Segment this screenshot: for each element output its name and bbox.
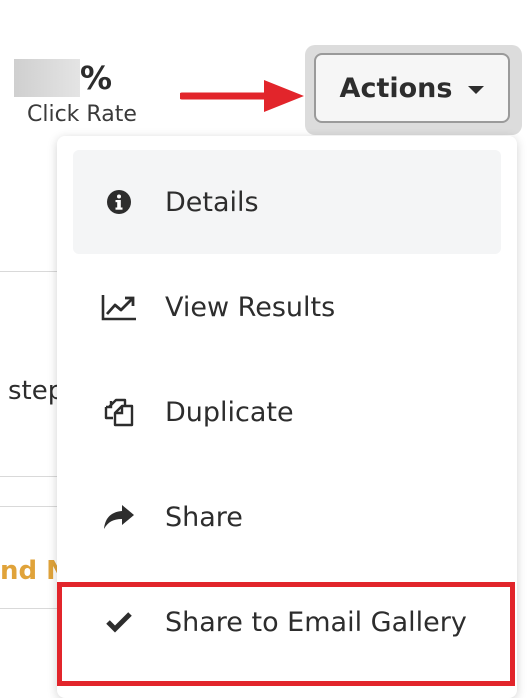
redacted-value <box>14 59 80 97</box>
share-arrow-icon <box>73 504 165 530</box>
info-circle-icon <box>73 189 165 215</box>
actions-dropdown-menu: Details View Results Duplicate Share Sha… <box>57 136 517 698</box>
menu-item-label: View Results <box>165 291 336 323</box>
menu-item-duplicate[interactable]: Duplicate <box>73 360 501 464</box>
menu-item-label: Duplicate <box>165 396 294 428</box>
click-rate-value: % <box>14 58 154 98</box>
menu-item-share[interactable]: Share <box>73 465 501 569</box>
actions-button-focus-ring: Actions <box>305 45 522 135</box>
background-link[interactable]: nd N <box>0 556 62 586</box>
menu-item-label: Details <box>165 186 259 218</box>
menu-item-view-results[interactable]: View Results <box>73 255 501 359</box>
duplicate-icon <box>73 396 165 428</box>
click-rate-label: Click Rate <box>27 102 137 127</box>
actions-button-label: Actions <box>339 72 453 104</box>
line-chart-icon <box>73 293 165 321</box>
divider <box>0 476 62 477</box>
divider <box>0 271 62 272</box>
divider <box>0 506 62 507</box>
actions-button[interactable]: Actions <box>314 53 510 123</box>
caret-down-icon <box>468 86 485 94</box>
menu-item-details[interactable]: Details <box>73 150 501 254</box>
click-rate-stat: % Click Rate <box>14 58 154 127</box>
menu-item-share-to-email-gallery[interactable]: Share to Email Gallery <box>73 570 501 674</box>
percent-sign: % <box>80 59 113 97</box>
menu-item-label: Share to Email Gallery <box>165 606 467 638</box>
background-text: step <box>8 376 60 406</box>
checkmark-icon <box>73 611 165 633</box>
divider <box>0 608 62 609</box>
menu-item-label: Share <box>165 501 243 533</box>
red-arrow-annotation <box>180 80 304 112</box>
